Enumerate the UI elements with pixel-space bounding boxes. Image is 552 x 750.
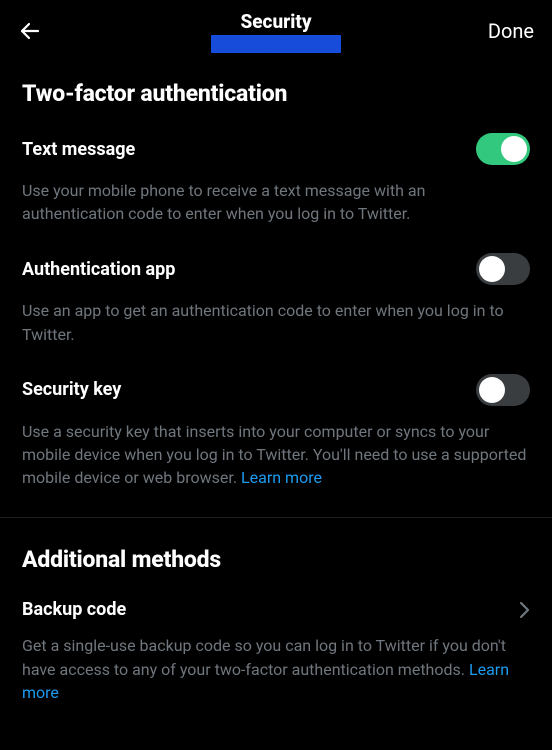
text-message-desc: Use your mobile phone to receive a text …	[22, 179, 530, 225]
page-title: Security	[211, 10, 341, 33]
header-center: Security @	[211, 10, 341, 53]
chevron-right-icon	[518, 600, 530, 620]
two-factor-section: Two-factor authentication Text message U…	[0, 62, 552, 489]
text-message-row: Text message Use your mobile phone to re…	[22, 133, 530, 225]
backup-code-title: Backup code	[22, 599, 126, 620]
security-key-toggle[interactable]	[476, 374, 530, 406]
text-message-toggle[interactable]	[476, 133, 530, 165]
security-key-desc: Use a security key that inserts into you…	[22, 420, 530, 490]
backup-code-desc: Get a single-use backup code so you can …	[22, 634, 530, 704]
auth-app-row: Authentication app Use an app to get an …	[22, 253, 530, 345]
account-handle: @	[211, 35, 341, 53]
security-key-learn-more-link[interactable]: Learn more	[241, 468, 322, 487]
section-title-2fa: Two-factor authentication	[22, 80, 530, 107]
additional-methods-section: Additional methods Backup code Get a sin…	[0, 518, 552, 704]
backup-code-row[interactable]: Backup code Get a single-use backup code…	[22, 599, 530, 704]
header: Security @ Done	[0, 0, 552, 62]
back-arrow-icon[interactable]	[18, 19, 42, 43]
auth-app-desc: Use an app to get an authentication code…	[22, 299, 530, 345]
text-message-title: Text message	[22, 139, 135, 160]
section-title-additional: Additional methods	[22, 546, 530, 573]
done-button[interactable]: Done	[488, 19, 534, 43]
auth-app-title: Authentication app	[22, 259, 175, 280]
security-key-row: Security key Use a security key that ins…	[22, 374, 530, 490]
backup-code-desc-text: Get a single-use backup code so you can …	[22, 636, 506, 678]
auth-app-toggle[interactable]	[476, 253, 530, 285]
security-key-title: Security key	[22, 379, 121, 400]
